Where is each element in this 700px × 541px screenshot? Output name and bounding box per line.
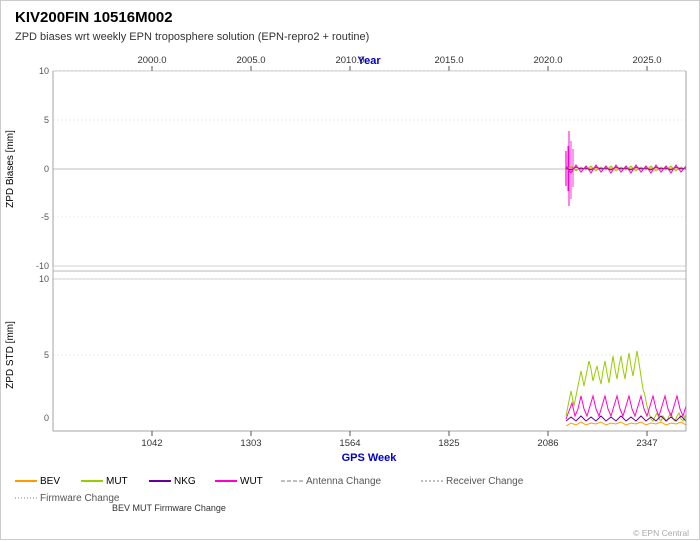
svg-text:1042: 1042 — [141, 438, 162, 449]
svg-text:MUT: MUT — [106, 476, 128, 487]
svg-text:2020.0: 2020.0 — [533, 55, 562, 66]
zpd-std-label: ZPD STD [mm] — [5, 321, 16, 389]
svg-text:2000.0: 2000.0 — [137, 55, 166, 66]
svg-text:5: 5 — [44, 350, 49, 360]
main-chart-svg: Year 2000.0 2005.0 2010.0 2015.0 2020.0 … — [1, 1, 700, 541]
svg-text:-5: -5 — [41, 212, 49, 222]
svg-text:Receiver Change: Receiver Change — [446, 476, 524, 487]
svg-text:10: 10 — [39, 66, 49, 76]
svg-text:5: 5 — [44, 115, 49, 125]
zpd-biases-label: ZPD Biases [mm] — [5, 130, 16, 208]
svg-text:1303: 1303 — [240, 438, 261, 449]
chart-container: KIV200FIN 10516M002 ZPD biases wrt weekl… — [0, 0, 700, 540]
svg-text:-10: -10 — [36, 261, 49, 271]
svg-text:2005.0: 2005.0 — [236, 55, 265, 66]
svg-text:NKG: NKG — [174, 476, 196, 487]
svg-text:2347: 2347 — [636, 438, 657, 449]
svg-text:2086: 2086 — [537, 438, 558, 449]
svg-text:1825: 1825 — [438, 438, 459, 449]
svg-text:2025.0: 2025.0 — [632, 55, 661, 66]
svg-text:Firmware Change: Firmware Change — [40, 493, 120, 504]
svg-text:10: 10 — [39, 274, 49, 284]
svg-text:Antenna Change: Antenna Change — [306, 476, 382, 487]
copyright: © EPN Central — [633, 528, 689, 538]
svg-text:BEV: BEV — [40, 476, 60, 487]
svg-text:2010.0: 2010.0 — [335, 55, 364, 66]
svg-text:0: 0 — [44, 413, 49, 423]
svg-text:WUT: WUT — [240, 476, 263, 487]
svg-text:1564: 1564 — [339, 438, 360, 449]
gps-week-label: GPS Week — [342, 452, 398, 464]
svg-text:2015.0: 2015.0 — [434, 55, 463, 66]
bev-mut-firmware-label: BEV MUT Firmware Change — [112, 503, 226, 513]
svg-text:0: 0 — [44, 164, 49, 174]
